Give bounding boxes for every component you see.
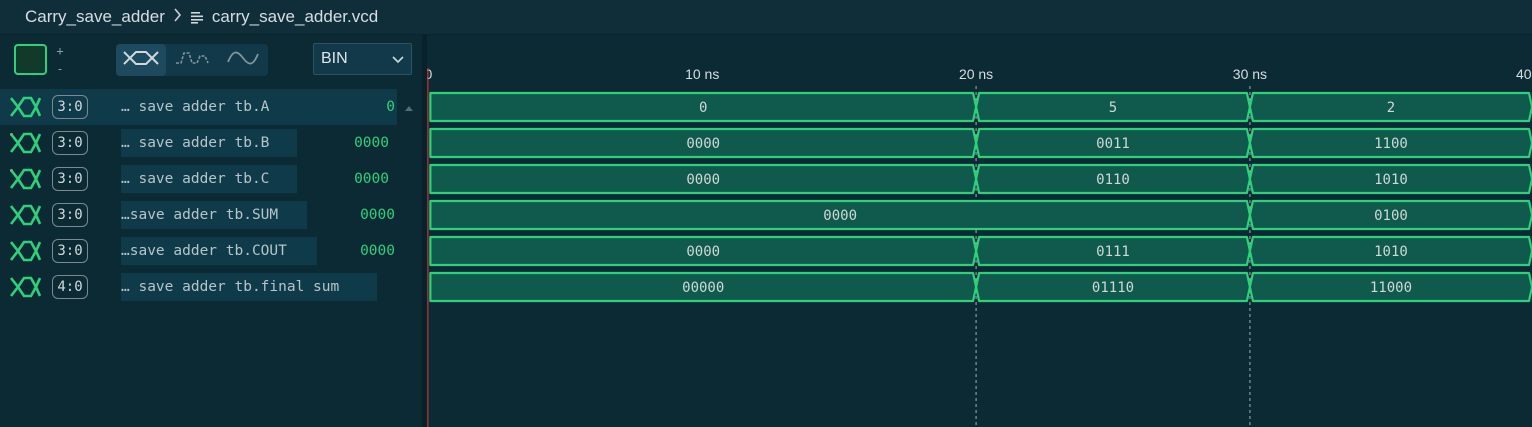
bit-width-badge: 3:0: [52, 131, 88, 155]
bit-width-badge: 3:0: [52, 95, 88, 119]
chevron-down-icon: [391, 52, 405, 71]
signal-row[interactable]: 3:0 …save adder tb.COUT 0000: [0, 233, 397, 269]
wave-value-label: 2: [1387, 100, 1395, 116]
time-tick-label: 30 ns: [1233, 66, 1267, 82]
format-select-value: BIN: [321, 50, 348, 67]
signal-name: … save adder tb.B: [121, 129, 297, 157]
wave-value-label: 0: [699, 100, 707, 116]
wave-value-label: 1100: [1374, 136, 1408, 152]
signal-name: … save adder tb.final sum: [121, 273, 377, 301]
signal-row[interactable]: 3:0 … save adder tb.C 0000: [0, 161, 397, 197]
chevron-right-icon: [173, 8, 182, 26]
signal-row[interactable]: 4:0 … save adder tb.final sum: [0, 269, 397, 305]
wave-value-label: 00000: [682, 280, 724, 296]
bus-signal-icon: [9, 167, 42, 195]
toolbar: + - BIN: [0, 34, 422, 86]
signal-value: [380, 273, 397, 301]
wave-value-label: 0000: [686, 136, 720, 152]
signal-row[interactable]: 3:0 … save adder tb.B 0000: [0, 125, 397, 161]
scroll-up-arrow[interactable]: [404, 97, 414, 111]
time-tick-label: 40: [1516, 66, 1532, 82]
signal-value: 0000: [354, 135, 389, 151]
bus-signal-icon: [9, 95, 42, 123]
wave-value-label: 11000: [1370, 280, 1412, 296]
wave-value-label: 0011: [1096, 136, 1130, 152]
step-shape-icon: [175, 50, 209, 70]
bus-signal-icon: [9, 239, 42, 267]
signal-value: 0000: [360, 207, 395, 223]
bus-shape-button[interactable]: [116, 44, 166, 76]
time-tick-label: 20 ns: [959, 66, 993, 82]
format-select[interactable]: BIN: [313, 43, 412, 75]
step-shape-button[interactable]: [167, 44, 217, 76]
bus-shape-icon: [123, 50, 159, 70]
color-swatch-button[interactable]: [14, 44, 47, 75]
breadcrumb-root[interactable]: Carry_save_adder: [25, 7, 165, 27]
bus-signal-icon: [9, 203, 42, 231]
wave-value-label: 0000: [823, 208, 857, 224]
bus-signal-icon: [9, 131, 42, 159]
bus-signal-icon: [9, 275, 42, 303]
wave-value-label: 0000: [686, 172, 720, 188]
signal-name: …save adder tb.COUT: [121, 237, 317, 265]
wave-value-label: 0000: [686, 244, 720, 260]
wave-value-label: 1010: [1374, 244, 1408, 260]
signal-name: … save adder tb.A: [121, 93, 297, 121]
shape-toggle-group: [116, 44, 268, 76]
bit-width-badge: 3:0: [52, 239, 88, 263]
breadcrumb: Carry_save_adder carry_save_adder.vcd: [0, 0, 1532, 35]
breadcrumb-file[interactable]: carry_save_adder.vcd: [212, 7, 378, 27]
bit-width-badge: 3:0: [52, 203, 88, 227]
waveform-viewer[interactable]: 0 10 ns 20 ns 30 ns 40 0 5 2 0000 0011 1100 0000 011…: [427, 34, 1532, 427]
wave-value-label: 5: [1109, 100, 1117, 116]
analog-shape-icon: [227, 50, 259, 70]
signal-value: 0000: [354, 171, 389, 187]
waveform-canvas[interactable]: 0 10 ns 20 ns 30 ns 400 5 20000 0011 11000000 011…: [427, 34, 1532, 427]
wave-value-label: 0111: [1096, 244, 1130, 260]
bit-width-badge: 4:0: [52, 275, 88, 299]
signal-row[interactable]: 3:0 … save adder tb.A 0: [0, 89, 397, 125]
signal-value: 0: [386, 99, 395, 115]
signal-value: 0000: [360, 243, 395, 259]
wave-value-label: 01110: [1092, 280, 1134, 296]
analog-shape-button[interactable]: [218, 44, 268, 76]
wave-value-label: 1010: [1374, 172, 1408, 188]
signal-row[interactable]: 3:0 …save adder tb.SUM 0000: [0, 197, 397, 233]
signal-name: … save adder tb.C: [121, 165, 297, 193]
signal-name: …save adder tb.SUM: [121, 201, 307, 229]
swatch-plus-button[interactable]: +: [54, 43, 66, 59]
bit-width-badge: 3:0: [52, 167, 88, 191]
time-tick-label: 10 ns: [685, 66, 719, 82]
wave-value-label: 0100: [1374, 208, 1408, 224]
signal-list: 3:0 … save adder tb.A 0 3:0 … save adder…: [0, 89, 422, 427]
file-lines-icon: [190, 10, 204, 24]
wave-value-label: 0110: [1096, 172, 1130, 188]
swatch-minus-button[interactable]: -: [54, 61, 66, 77]
